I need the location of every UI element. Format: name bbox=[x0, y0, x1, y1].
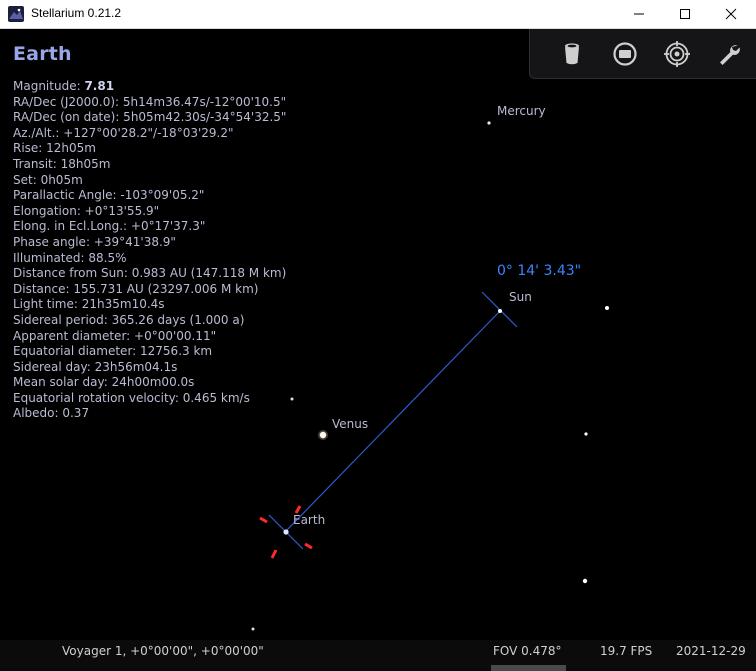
mercury-label: Mercury bbox=[497, 104, 546, 118]
close-button[interactable] bbox=[708, 0, 754, 28]
info-row: Elong. in Ecl.Long.: +0°17'37.3" bbox=[13, 219, 206, 234]
info-row: RA/Dec (on date): 5h05m42.30s/-34°54'32.… bbox=[13, 110, 287, 125]
info-row: Set: 0h05m bbox=[13, 172, 83, 187]
info-row: Az./Alt.: +127°00'28.2"/-18°03'29.2" bbox=[13, 125, 234, 140]
fov-status[interactable]: FOV 0.478° bbox=[493, 644, 562, 658]
info-row: Distance from Sun: 0.983 AU (147.118 M k… bbox=[13, 266, 287, 281]
sun-label: Sun bbox=[509, 290, 532, 304]
tool-panel bbox=[529, 29, 756, 79]
info-row: Equatorial diameter: 12756.3 km bbox=[13, 344, 213, 359]
earth-dot[interactable] bbox=[283, 529, 289, 535]
tool-button-trash[interactable] bbox=[557, 39, 587, 69]
info-row: Sidereal day: 23h56m04.1s bbox=[13, 359, 178, 374]
venus-label: Venus bbox=[332, 417, 369, 431]
wrench-icon bbox=[720, 45, 740, 65]
info-row: Equatorial rotation velocity: 0.465 km/s bbox=[13, 390, 250, 405]
trash-icon bbox=[565, 43, 579, 65]
info-row: Elongation: +0°13'55.9" bbox=[13, 203, 160, 218]
info-row: RA/Dec (J2000.0): 5h14m36.47s/-12°00'10.… bbox=[13, 94, 287, 109]
status-bar: Voyager 1, +0°00'00", +0°00'00" FOV 0.47… bbox=[0, 640, 756, 671]
info-row: Rise: 12h05m bbox=[13, 141, 96, 156]
fps-status: 19.7 FPS bbox=[600, 644, 653, 658]
info-row: Parallactic Angle: -103°09'05.2" bbox=[13, 188, 205, 203]
magnitude-value: 7.81 bbox=[84, 79, 115, 93]
sky-view[interactable]: Earth Magnitude: 7.81 RA/Dec (J2000.0): … bbox=[0, 29, 756, 640]
info-row: Sidereal period: 365.26 days (1.000 a) bbox=[13, 312, 245, 327]
info-row: Phase angle: +39°41'38.9" bbox=[13, 234, 176, 249]
object-name: Earth bbox=[13, 43, 72, 65]
info-row: Apparent diameter: +0°00'00.11" bbox=[13, 328, 217, 343]
info-row: Transit: 18h05m bbox=[13, 156, 111, 171]
star-dot[interactable] bbox=[584, 432, 588, 436]
angle-measure-line bbox=[285, 310, 501, 532]
info-row: Light time: 21h35m10.4s bbox=[13, 297, 165, 312]
earth-label: Earth bbox=[293, 513, 326, 527]
date-status[interactable]: 2021-12-29 bbox=[676, 644, 746, 658]
scroll-thumb[interactable] bbox=[491, 665, 566, 671]
star-dot[interactable] bbox=[251, 627, 255, 631]
minimize-icon bbox=[634, 13, 644, 15]
maximize-button[interactable] bbox=[662, 0, 708, 28]
tool-button-target[interactable] bbox=[662, 39, 692, 69]
close-icon bbox=[725, 8, 737, 20]
sun-dot[interactable] bbox=[498, 309, 502, 313]
info-row: Illuminated: 88.5% bbox=[13, 250, 127, 265]
tool-button-wrench[interactable] bbox=[714, 39, 744, 69]
angular-distance-label: 0° 14' 3.43" bbox=[497, 263, 582, 279]
window-title: Stellarium 0.21.2 bbox=[31, 6, 122, 20]
target-icon bbox=[664, 41, 690, 67]
location-status[interactable]: Voyager 1, +0°00'00", +0°00'00" bbox=[62, 644, 264, 658]
info-row: Mean solar day: 24h00m00.0s bbox=[13, 375, 195, 390]
object-info-panel: Magnitude: 7.81 RA/Dec (J2000.0): 5h14m3… bbox=[13, 79, 286, 422]
magnitude-label: Magnitude: bbox=[13, 79, 85, 93]
info-row: Distance: 155.731 AU (23297.006 M km) bbox=[13, 281, 259, 296]
star-dot[interactable] bbox=[582, 578, 588, 584]
magnitude-row: Magnitude: 7.81 bbox=[13, 79, 286, 95]
tool-button-screen[interactable] bbox=[610, 39, 640, 69]
venus-glow bbox=[318, 430, 328, 440]
title-bar: Stellarium 0.21.2 bbox=[0, 0, 756, 29]
star-dot[interactable] bbox=[605, 306, 609, 310]
info-row: Albedo: 0.37 bbox=[13, 406, 90, 421]
mercury-dot[interactable] bbox=[487, 121, 491, 125]
stellarium-app-icon bbox=[8, 6, 24, 22]
minimize-button[interactable] bbox=[616, 0, 662, 28]
screen-icon bbox=[613, 42, 637, 66]
maximize-icon bbox=[680, 9, 690, 19]
star-dot[interactable] bbox=[290, 397, 294, 401]
